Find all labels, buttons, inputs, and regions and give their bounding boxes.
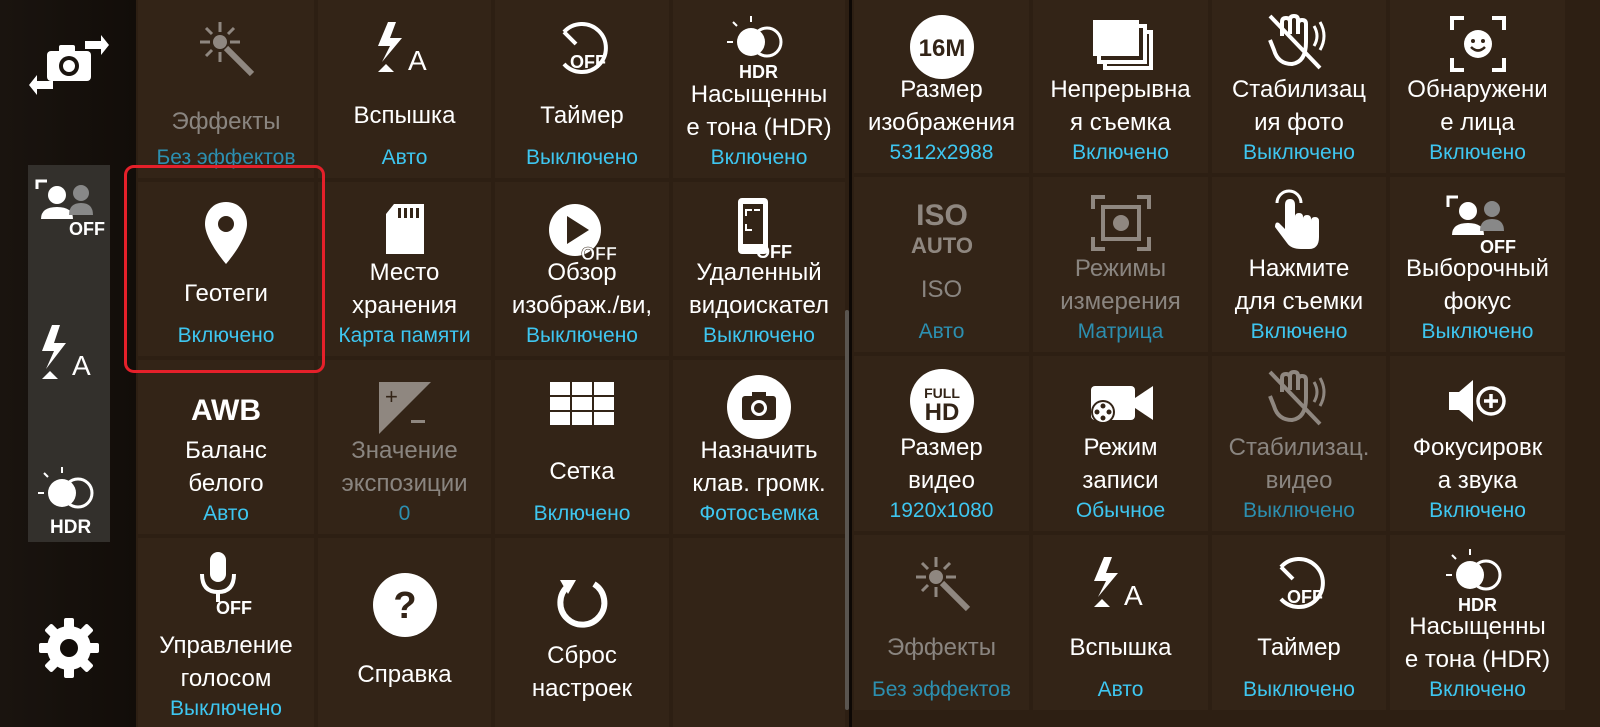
svg-text:AWB: AWB — [191, 394, 261, 427]
review-off-icon: OFF — [549, 204, 617, 262]
effects-icon — [915, 557, 970, 612]
sd-card-icon — [385, 204, 424, 254]
voice-control-off-icon: OFF — [200, 552, 252, 616]
camera-icon — [727, 375, 791, 439]
tile-help[interactable]: ? Справка — [318, 538, 491, 727]
svg-text:HD: HD — [924, 399, 959, 426]
svg-text:HDR: HDR — [739, 62, 778, 82]
metering-icon — [1090, 195, 1151, 251]
tile-metering[interactable]: Режимы измерения Матрица — [1033, 177, 1208, 352]
tile-effects[interactable]: Эффекты Без эффектов — [138, 0, 314, 178]
photo-stabilization-off-icon — [1268, 13, 1326, 70]
svg-text:OFF: OFF — [570, 52, 606, 72]
settings-button[interactable] — [28, 610, 110, 686]
tile-remote-viewfinder[interactable]: OFF Удаленный видоискател Выключено — [673, 182, 845, 356]
picture-size-icon: 16M — [909, 15, 974, 79]
quick-settings-sidebar: OFF A HDR — [0, 0, 136, 727]
tile-white-balance[interactable]: AWB Баланс белого Авто — [138, 360, 314, 534]
timer-off-icon: OFF — [562, 22, 608, 74]
tile-iso[interactable]: ISO AUTO ISO Авто — [854, 177, 1029, 352]
tile-storage[interactable]: Место хранения Карта памяти — [318, 182, 491, 356]
tile-timer[interactable]: OFF Таймер Выключено — [495, 0, 669, 178]
tile-audio-zoom[interactable]: Фокусировк а звука Включено — [1390, 356, 1565, 531]
audio-zoom-icon — [1448, 380, 1506, 422]
tile-flash[interactable]: A Вспышка Авто — [318, 0, 491, 178]
svg-text:OFF: OFF — [1287, 587, 1323, 607]
tile-voice-control[interactable]: OFF Управление голосом Выключено — [138, 538, 314, 727]
selective-focus-off-icon: OFF — [1446, 195, 1516, 255]
awb-icon: AWB — [191, 394, 261, 427]
burst-shot-icon — [1092, 20, 1153, 70]
svg-text:HDR: HDR — [1458, 595, 1497, 615]
recording-mode-icon — [1090, 386, 1153, 424]
video-stabilization-icon — [1268, 369, 1326, 426]
svg-text:+: + — [385, 384, 398, 409]
gear-icon — [39, 618, 99, 678]
tile-review[interactable]: OFF Обзор изображ./ви, Выключено — [495, 182, 669, 356]
svg-text:OFF: OFF — [1480, 237, 1516, 255]
tile-hdr-2[interactable]: HDR Насыщенны е тона (HDR) Включено — [1390, 535, 1565, 710]
tile-reset[interactable]: Сброс настроек — [495, 538, 669, 727]
face-detection-icon — [1449, 16, 1506, 72]
effects-icon — [200, 22, 255, 77]
tile-geotags[interactable]: Геотеги Включено — [138, 182, 314, 356]
svg-text:A: A — [408, 45, 427, 76]
tile-hdr[interactable]: HDR Насыщенны е тона (HDR) Включено — [673, 0, 845, 178]
grid-icon — [550, 382, 614, 425]
tap-to-take-icon — [1275, 189, 1319, 249]
flash-auto-icon: A — [42, 325, 91, 381]
tile-empty — [673, 538, 845, 727]
svg-text:HDR: HDR — [50, 517, 91, 537]
tile-burst-shot[interactable]: Непрерывна я съемка Включено — [1033, 0, 1208, 173]
tile-volume-key[interactable]: Назначить клав. громк. Фотосъемка — [673, 360, 845, 534]
tile-tap-to-take[interactable]: Нажмите для съемки Включено — [1212, 177, 1386, 352]
svg-text:A: A — [72, 350, 91, 381]
svg-text:OFF: OFF — [581, 244, 617, 262]
tile-grid[interactable]: Сетка Включено — [495, 360, 669, 534]
tile-video-stabilization[interactable]: Стабилизац. видео Выключено — [1212, 356, 1386, 531]
hdr-icon: HDR — [1445, 549, 1501, 615]
hdr-icon: HDR — [38, 467, 94, 537]
tile-picture-size[interactable]: 16M Размер изображения 5312x2988 — [854, 0, 1029, 173]
video-size-icon: FULLHD — [909, 369, 974, 433]
tile-exposure[interactable]: + Значение экспозиции 0 — [318, 360, 491, 534]
switch-camera-icon — [29, 35, 109, 95]
remote-viewfinder-off-icon: OFF — [738, 198, 792, 262]
selective-focus-off-icon: OFF — [35, 179, 105, 239]
tile-selective-focus[interactable]: OFF Выборочный фокус Выключено — [1390, 177, 1565, 352]
reset-icon — [557, 580, 608, 628]
tile-effects-2[interactable]: Эффекты Без эффектов — [854, 535, 1029, 710]
svg-text:AUTO: AUTO — [911, 233, 973, 257]
flash-shortcut[interactable]: A — [28, 318, 110, 388]
svg-text:OFF: OFF — [756, 242, 792, 262]
selective-focus-shortcut[interactable]: OFF — [28, 172, 110, 242]
timer-off-icon: OFF — [1279, 557, 1325, 609]
tile-flash-2[interactable]: A Вспышка Авто — [1033, 535, 1208, 710]
flash-auto-icon: A — [377, 22, 427, 76]
svg-text:OFF: OFF — [69, 219, 105, 239]
hdr-shortcut[interactable]: HDR — [28, 462, 110, 538]
tile-timer-2[interactable]: OFF Таймер Выключено — [1212, 535, 1386, 710]
exposure-icon: + — [378, 382, 431, 434]
svg-text:OFF: OFF — [216, 598, 252, 616]
tile-recording-mode[interactable]: Режим записи Обычное — [1033, 356, 1208, 531]
svg-text:?: ? — [393, 585, 416, 627]
tile-face-detection[interactable]: Обнаружени е лица Включено — [1390, 0, 1565, 173]
iso-auto-icon: ISOAUTO — [911, 199, 973, 257]
svg-text:ISO: ISO — [916, 199, 968, 232]
hdr-icon: HDR — [727, 16, 783, 82]
location-pin-icon — [205, 202, 247, 264]
tile-video-size[interactable]: FULL HD Размер видео 1920x1080 — [854, 356, 1029, 531]
svg-text:16M: 16M — [918, 35, 965, 62]
flash-auto-icon: A — [1093, 557, 1143, 611]
tile-photo-stabilization[interactable]: Стабилизац ия фото Выключено — [1212, 0, 1386, 173]
svg-text:A: A — [1124, 580, 1143, 611]
help-icon: ? — [372, 573, 437, 637]
switch-camera-button[interactable] — [28, 30, 110, 100]
